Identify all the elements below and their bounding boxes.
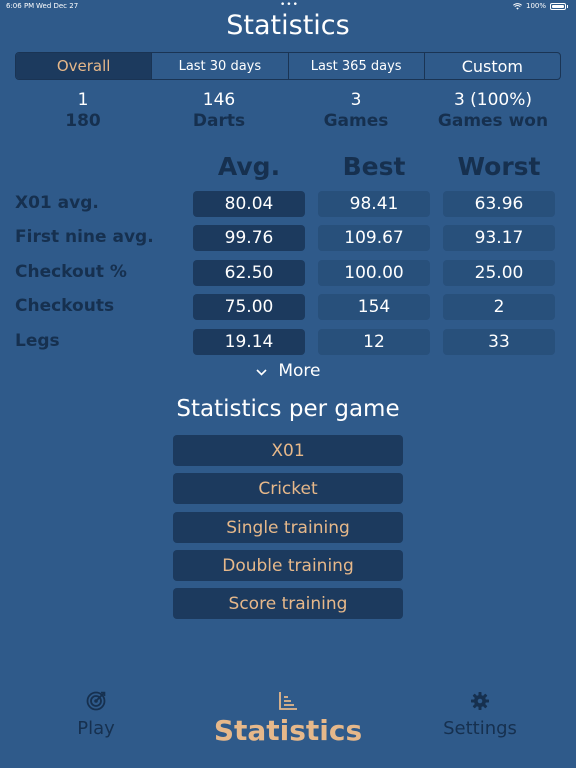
cell-checkout-percent-best: 100.00 — [318, 260, 430, 286]
score-training-button[interactable]: Score training — [173, 588, 403, 619]
chart-icon — [279, 692, 297, 710]
cell-checkouts-best: 154 — [318, 294, 430, 320]
summary-darts: 146 Darts — [149, 90, 289, 131]
cell-x01-avg-avg: 80.04 — [193, 191, 305, 217]
row-label-checkouts: Checkouts — [15, 296, 115, 316]
page-title: Statistics — [226, 10, 350, 41]
row-label-legs: Legs — [15, 331, 60, 351]
tab-play[interactable]: Play — [16, 690, 176, 739]
row-label-checkout-percent: Checkout % — [15, 262, 127, 282]
x01-button[interactable]: X01 — [173, 435, 403, 466]
summary-label: 180 — [65, 111, 101, 131]
cell-legs-avg: 19.14 — [193, 329, 305, 355]
summary-value: 3 — [350, 90, 362, 110]
summary-180: 1 180 — [13, 90, 153, 131]
battery-icon — [550, 2, 566, 10]
tab-settings[interactable]: Settings — [400, 690, 560, 739]
summary-games: 3 Games — [286, 90, 426, 131]
section-title-per-game: Statistics per game — [176, 396, 400, 422]
tab-last-365-days[interactable]: Last 365 days — [289, 53, 425, 79]
tab-statistics[interactable]: Statistics — [208, 690, 368, 747]
cell-first-nine-avg: 99.76 — [193, 225, 305, 251]
summary-games-won: 3 (100%) Games won — [423, 90, 563, 131]
status-time: 6:06 PM — [6, 2, 35, 10]
cell-x01-avg-worst: 63.96 — [443, 191, 555, 217]
cricket-button[interactable]: Cricket — [173, 473, 403, 504]
tab-statistics-label: Statistics — [213, 714, 363, 747]
gear-icon — [471, 692, 489, 710]
cell-checkout-percent-avg: 62.50 — [193, 260, 305, 286]
tab-settings-label: Settings — [443, 718, 517, 739]
chevron-down-icon — [255, 365, 271, 379]
cell-checkouts-worst: 2 — [443, 294, 555, 320]
row-label-first-nine-avg: First nine avg. — [15, 227, 154, 247]
header-avg: Avg. — [217, 152, 281, 181]
summary-value: 1 — [77, 90, 89, 110]
status-date: Wed Dec 27 — [36, 2, 79, 10]
row-label-x01-avg: X01 avg. — [15, 193, 99, 213]
status-right: 100% — [513, 2, 568, 10]
single-training-button[interactable]: Single training — [173, 512, 403, 543]
header-best: Best — [342, 152, 406, 181]
summary-value: 146 — [202, 90, 236, 110]
summary-row: 1 180 146 Darts 3 Games 3 (100%) Games w… — [0, 90, 576, 136]
double-training-button[interactable]: Double training — [173, 550, 403, 581]
battery-tip — [567, 4, 568, 8]
summary-label: Games won — [437, 111, 549, 131]
summary-label: Games — [323, 111, 389, 131]
tab-play-label: Play — [77, 718, 115, 739]
tab-overall[interactable]: Overall — [16, 53, 153, 79]
cell-first-nine-best: 109.67 — [318, 225, 430, 251]
battery-percent: 100% — [525, 2, 546, 10]
tab-bar: Play Statistics Settings — [0, 690, 576, 768]
cell-checkouts-avg: 75.00 — [193, 294, 305, 320]
more-button[interactable]: More — [0, 361, 576, 381]
cell-first-nine-worst: 93.17 — [443, 225, 555, 251]
cell-x01-avg-best: 98.41 — [318, 191, 430, 217]
multitasking-dots-icon[interactable]: ••• — [280, 0, 299, 10]
period-segmented-control: Overall Last 30 days Last 365 days Custo… — [15, 52, 561, 80]
tab-custom[interactable]: Custom — [425, 53, 560, 79]
header-worst: Worst — [457, 152, 541, 181]
tab-last-30-days[interactable]: Last 30 days — [152, 53, 289, 79]
cell-legs-best: 12 — [318, 329, 430, 355]
target-icon — [86, 691, 106, 711]
cell-legs-worst: 33 — [443, 329, 555, 355]
summary-value: 3 (100%) — [453, 90, 533, 110]
more-label: More — [278, 361, 321, 381]
wifi-icon — [513, 2, 522, 10]
summary-label: Darts — [192, 111, 246, 131]
cell-checkout-percent-worst: 25.00 — [443, 260, 555, 286]
